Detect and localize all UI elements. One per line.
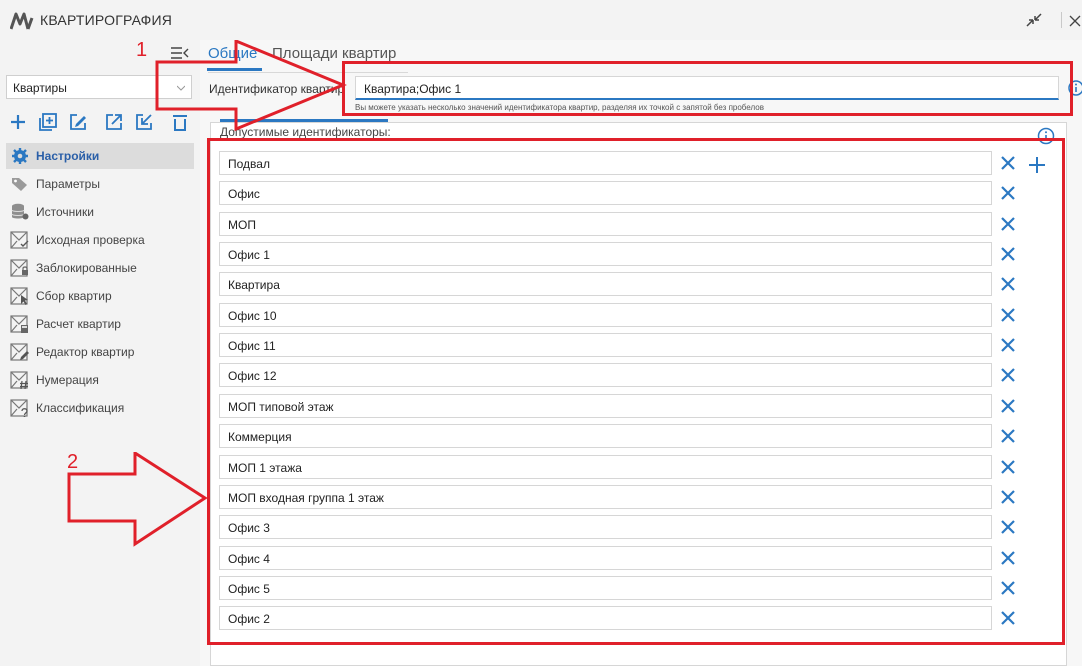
app-logo-icon [10,12,34,30]
add-icon[interactable] [8,112,28,132]
sidebar-item-label: Сбор квартир [36,289,112,303]
title-separator [1061,12,1062,28]
tags-icon [12,178,27,191]
sidebar-item-label: Расчет квартир [36,317,121,331]
annotation-box [207,138,1065,645]
sidebar-item-label: Классификация [36,401,125,415]
envelope-edit-icon [10,343,29,361]
gear-icon [12,148,28,164]
database-gear-icon [11,203,29,220]
sidebar-item-parameters[interactable]: Параметры [6,171,194,197]
annotation-arrow [67,452,208,547]
envelope-hash-icon [10,371,28,389]
app-title: КВАРТИРОГРАФИЯ [40,12,173,28]
restore-icon[interactable] [1021,8,1047,32]
sidebar-item-label: Параметры [36,177,100,191]
sidebar-item-label: Редактор квартир [36,345,135,359]
annotation-arrow [155,40,347,132]
envelope-calc-icon [10,315,28,333]
sidebar-item-sources[interactable]: Источники [6,199,194,225]
sidebar-item-initial-check[interactable]: Исходная проверка [6,227,194,253]
sidebar-item-label: Настройки [36,149,100,163]
sidebar-item-collect[interactable]: Сбор квартир [6,283,194,309]
sidebar-item-label: Источники [36,205,94,219]
sidebar-item-label: Заблокированные [36,261,137,275]
envelope-cursor-icon [10,287,28,305]
dropdown-value: Квартиры [13,81,67,95]
sidebar-item-label: Исходная проверка [36,233,145,247]
sidebar-item-blocked[interactable]: Заблокированные [6,255,194,281]
sidebar-item-editor[interactable]: Редактор квартир [6,339,194,365]
sidebar-item-classification[interactable]: Классификация [6,395,194,421]
sidebar-item-calc[interactable]: Расчет квартир [6,311,194,337]
annotation-box [342,61,1073,116]
add-group-icon[interactable] [38,112,58,132]
sidebar-item-numbering[interactable]: Нумерация [6,367,194,393]
edit-icon[interactable] [68,112,88,132]
annotation-number: 1 [136,39,148,61]
envelope-question-icon [10,399,28,417]
export-icon[interactable] [104,112,124,132]
envelope-lock-icon [10,259,28,277]
sidebar-item-settings[interactable]: Настройки [6,143,194,169]
sidebar-item-label: Нумерация [36,373,99,387]
envelope-check-icon [10,231,29,249]
close-icon[interactable] [1066,8,1082,32]
